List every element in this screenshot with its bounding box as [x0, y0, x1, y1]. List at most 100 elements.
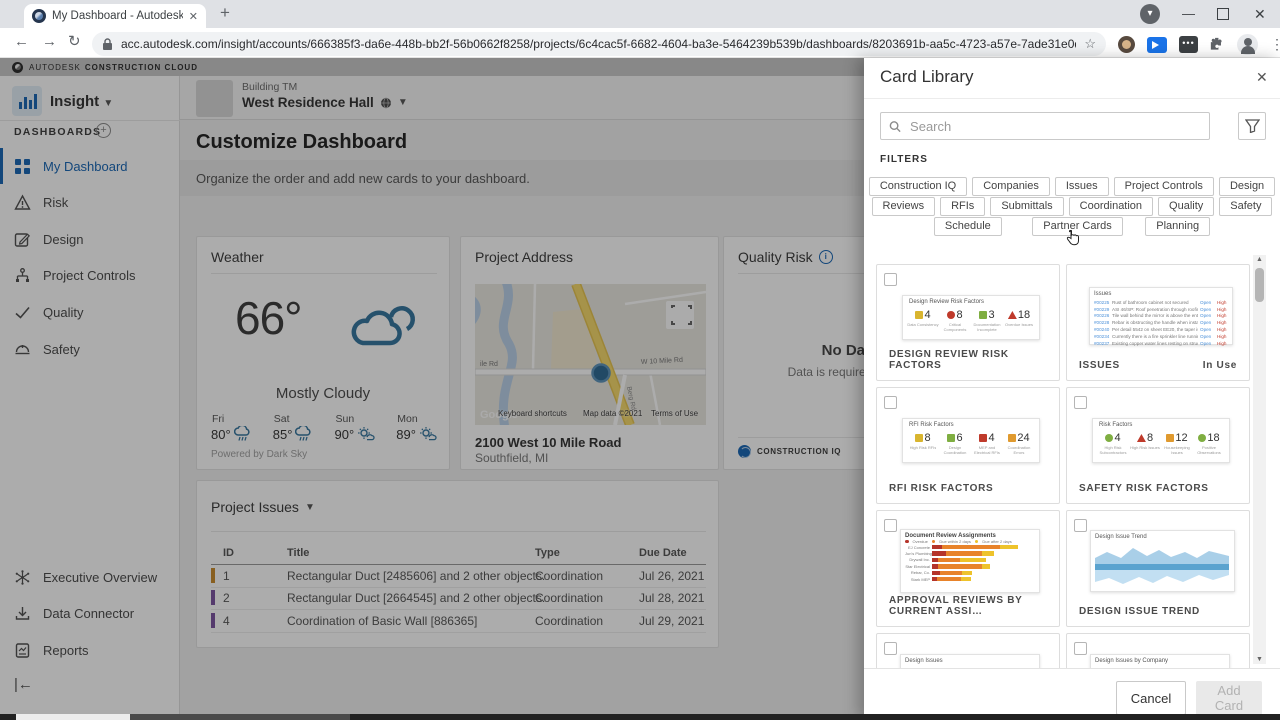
panel-close-icon[interactable]: ✕: [1256, 69, 1268, 86]
filter-chip-row: Construction IQ Companies Issues Project Co…: [864, 176, 1280, 196]
puzzle-extensions-icon[interactable]: [1210, 37, 1225, 52]
filter-chip[interactable]: Construction IQ: [868, 176, 968, 196]
card-checkbox[interactable]: [884, 273, 897, 286]
screen: My Dashboard - Autodesk Insigh ✕ + ▾ — ✕…: [0, 0, 1280, 720]
stream-chart: [1095, 548, 1229, 584]
browser-update-icon[interactable]: ▾: [1140, 4, 1160, 24]
filter-chip[interactable]: Coordination: [1068, 196, 1154, 216]
card-caption: RFI RISK FACTORS: [889, 483, 994, 494]
card-checkbox[interactable]: [1074, 519, 1087, 532]
dots-extension-icon[interactable]: •••: [1179, 36, 1198, 53]
mini-issue-row: #00225 Rust of bathroom cabinet not secur…: [1094, 299, 1227, 305]
tab-close-icon[interactable]: ✕: [189, 10, 198, 23]
stat: 12 Housekeeping Issues: [1164, 432, 1190, 455]
card-checkbox[interactable]: [1074, 396, 1087, 409]
divider: [864, 98, 1280, 99]
card-thumbnail: Document Review Assignments Overdue Due …: [900, 529, 1040, 593]
card-checkbox[interactable]: [884, 642, 897, 655]
card-caption: SAFETY RISK FACTORS: [1079, 483, 1209, 494]
library-card-rfi-risk-factors[interactable]: RFI Risk Factors 8 High Risk RFIs 6 Design…: [876, 387, 1060, 504]
stat-icon: [979, 434, 988, 442]
browser-tabstrip: My Dashboard - Autodesk Insigh ✕ + ▾ — ✕: [0, 0, 1280, 28]
reload-button[interactable]: ↻: [68, 32, 81, 50]
new-tab-button[interactable]: +: [220, 3, 230, 23]
window-minimize-button[interactable]: —: [1182, 6, 1195, 21]
card-caption: DESIGN REVIEW RISK FACTORS: [889, 349, 1009, 371]
video-progress-bar: [0, 714, 1280, 720]
stat-icon: [979, 311, 988, 319]
filter-chip[interactable]: Issues: [1054, 176, 1109, 196]
stat-icon: [915, 311, 924, 319]
mini-issue-row: #00240 Per detail 5542 on sheet EE20, the…: [1094, 327, 1227, 333]
forward-button[interactable]: →: [42, 33, 57, 50]
card-library-panel: Card Library ✕ FILTERS Construction IQCo…: [864, 58, 1280, 720]
stat-icon: [1198, 434, 1207, 442]
library-card-issues[interactable]: Issues #00225 Rust of bathroom cabinet no…: [1066, 264, 1250, 381]
search-icon: [889, 120, 901, 132]
modal-backdrop[interactable]: [0, 58, 864, 720]
browser-tab[interactable]: My Dashboard - Autodesk Insigh ✕: [24, 4, 206, 28]
filter-funnel-button[interactable]: [1238, 112, 1266, 140]
extension-icon[interactable]: [1118, 36, 1135, 53]
stat-icon: [1008, 434, 1017, 442]
filter-chip[interactable]: Safety: [1219, 196, 1273, 216]
legend-dot: [905, 539, 909, 544]
profile-avatar[interactable]: [1237, 34, 1258, 55]
scrollbar-thumb[interactable]: [1255, 268, 1264, 302]
back-button[interactable]: ←: [14, 33, 29, 50]
card-checkbox[interactable]: [884, 519, 897, 532]
library-card-safety-risk-factors[interactable]: Risk Factors 4 High Risk Subcontractors 8…: [1066, 387, 1250, 504]
card-checkbox[interactable]: [884, 396, 897, 409]
stat: 4 High Risk Subcontractors: [1099, 432, 1127, 455]
stat-icon: [947, 311, 956, 319]
filter-chip[interactable]: Quality: [1158, 196, 1215, 216]
stats-row: 8 High Risk RFIs 6 Design Coordination 4 ME…: [907, 432, 1035, 456]
search-field[interactable]: [908, 117, 1201, 135]
browser-menu-icon[interactable]: ⋮: [1270, 36, 1280, 53]
window-close-button[interactable]: ✕: [1254, 6, 1266, 23]
stat-icon: [1105, 434, 1114, 442]
stat: 18 Positive Observations: [1197, 432, 1221, 455]
bookmark-star-icon[interactable]: ☆: [1084, 36, 1096, 52]
filter-chip[interactable]: Reviews: [871, 196, 936, 216]
mini-issue-row: #00229 ASI 46/SP: Roof penetration throug…: [1094, 306, 1227, 312]
cancel-button[interactable]: Cancel: [1116, 681, 1186, 715]
panel-scrollbar[interactable]: ▲ ▼: [1253, 255, 1266, 664]
stat-icon: [1007, 311, 1017, 319]
card-thumbnail: Design Issue Trend: [1090, 530, 1235, 592]
stat: 8 High Risk RFIs: [909, 432, 937, 450]
funnel-icon: [1244, 119, 1260, 133]
filter-chip[interactable]: Project Controls: [1113, 176, 1214, 196]
stats-row: 4 Data Consistency 8 Critical Components 3…: [907, 309, 1035, 333]
scroll-down-icon[interactable]: ▼: [1253, 656, 1266, 663]
filter-chip[interactable]: Companies: [972, 176, 1050, 196]
filter-chip[interactable]: Submittals: [990, 196, 1064, 216]
search-input[interactable]: [880, 112, 1210, 140]
stat-icon: [1166, 434, 1175, 442]
progress-buffered: [130, 714, 350, 720]
url-text: acc.autodesk.com/insight/accounts/666385…: [121, 37, 1077, 51]
panel-footer: Cancel Add Card: [864, 668, 1280, 720]
stat: 8 High Risk Issues: [1130, 432, 1160, 450]
stat: 4 Data Consistency: [907, 309, 939, 327]
stat: 18 Overdue Issues: [1004, 309, 1033, 327]
stat-icon: [1136, 434, 1146, 442]
library-card-approval-reviews[interactable]: Document Review Assignments Overdue Due …: [876, 510, 1060, 627]
library-card-design-review-risk-factors[interactable]: Design Review Risk Factors 4 Data Consist…: [876, 264, 1060, 381]
address-bar[interactable]: acc.autodesk.com/insight/accounts/666385…: [92, 32, 1106, 56]
filter-chip[interactable]: Planning: [1145, 216, 1211, 236]
card-checkbox[interactable]: [1074, 642, 1087, 655]
bar-row: Stark MEP: [905, 576, 1035, 582]
in-use-badge: In Use: [1202, 360, 1237, 371]
stat: 8 Critical Components: [943, 309, 967, 332]
library-card-design-issue-trend[interactable]: Design Issue Trend DESIGN ISSUE TREND: [1066, 510, 1250, 627]
progress-played: [16, 714, 130, 720]
window-restore-button[interactable]: [1217, 8, 1229, 20]
scroll-up-icon[interactable]: ▲: [1253, 256, 1266, 263]
filter-chip[interactable]: RFIs: [940, 196, 986, 216]
filter-chip[interactable]: Schedule: [933, 216, 1002, 236]
filter-chip[interactable]: Design: [1218, 176, 1276, 196]
stat: 6 Design Coordination: [943, 432, 967, 455]
add-card-button[interactable]: Add Card: [1196, 681, 1262, 715]
video-extension-icon[interactable]: [1147, 36, 1167, 53]
